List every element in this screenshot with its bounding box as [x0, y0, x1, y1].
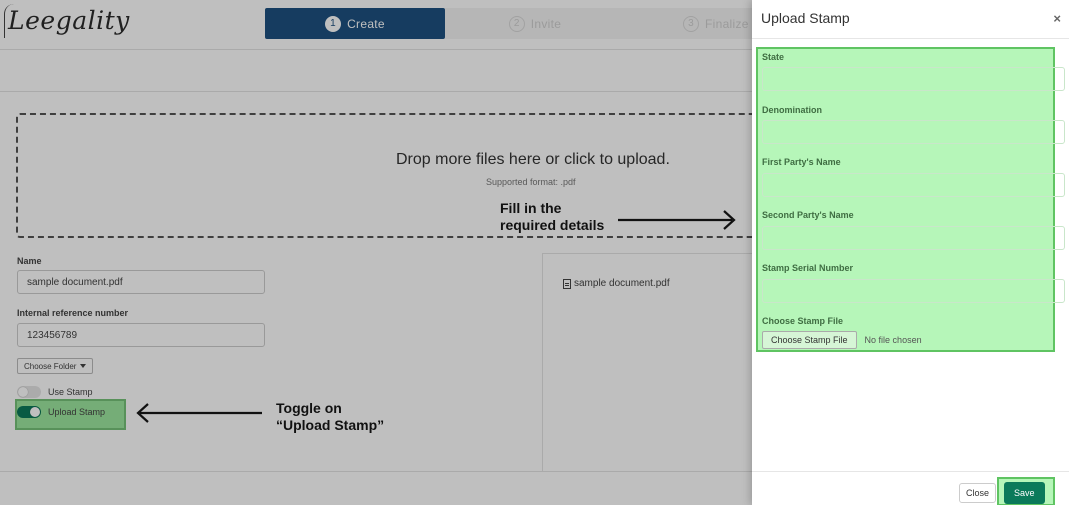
second-party-input[interactable]: [762, 226, 1065, 250]
state-input[interactable]: [762, 67, 1065, 91]
modal-header: Upload Stamp ×: [752, 0, 1069, 39]
denomination-label: Denomination: [762, 105, 822, 115]
stamp-serial-label: Stamp Serial Number: [762, 263, 854, 273]
annotation-line: Toggle on: [276, 400, 342, 416]
annotation-fill-details: Fill in the required details: [500, 200, 604, 234]
annotation-line: Fill in the: [500, 200, 562, 216]
close-icon[interactable]: ×: [1053, 11, 1061, 26]
first-party-input[interactable]: [762, 173, 1065, 197]
first-party-label: First Party's Name: [762, 157, 841, 167]
stamp-file-row: Choose Stamp File No file chosen: [762, 331, 922, 349]
stamp-file-label: Choose Stamp File: [762, 316, 844, 326]
denomination-input[interactable]: [762, 120, 1065, 144]
modal-footer: Close Save: [752, 471, 1069, 505]
choose-stamp-file-button[interactable]: Choose Stamp File: [762, 331, 857, 349]
close-button[interactable]: Close: [959, 483, 997, 503]
annotation-line: required details: [500, 217, 605, 233]
save-button[interactable]: Save: [1004, 482, 1045, 504]
state-label: State: [762, 52, 785, 62]
file-status: No file chosen: [864, 335, 922, 345]
modal-title: Upload Stamp: [761, 10, 850, 26]
stamp-serial-input[interactable]: [762, 279, 1065, 303]
second-party-label: Second Party's Name: [762, 210, 854, 220]
annotation-line: “Upload Stamp”: [276, 417, 385, 433]
form-highlight: [756, 47, 1055, 352]
upload-stamp-modal: Upload Stamp × State Denomination First …: [752, 0, 1069, 505]
annotation-toggle: Toggle on “Upload Stamp”: [276, 400, 384, 434]
